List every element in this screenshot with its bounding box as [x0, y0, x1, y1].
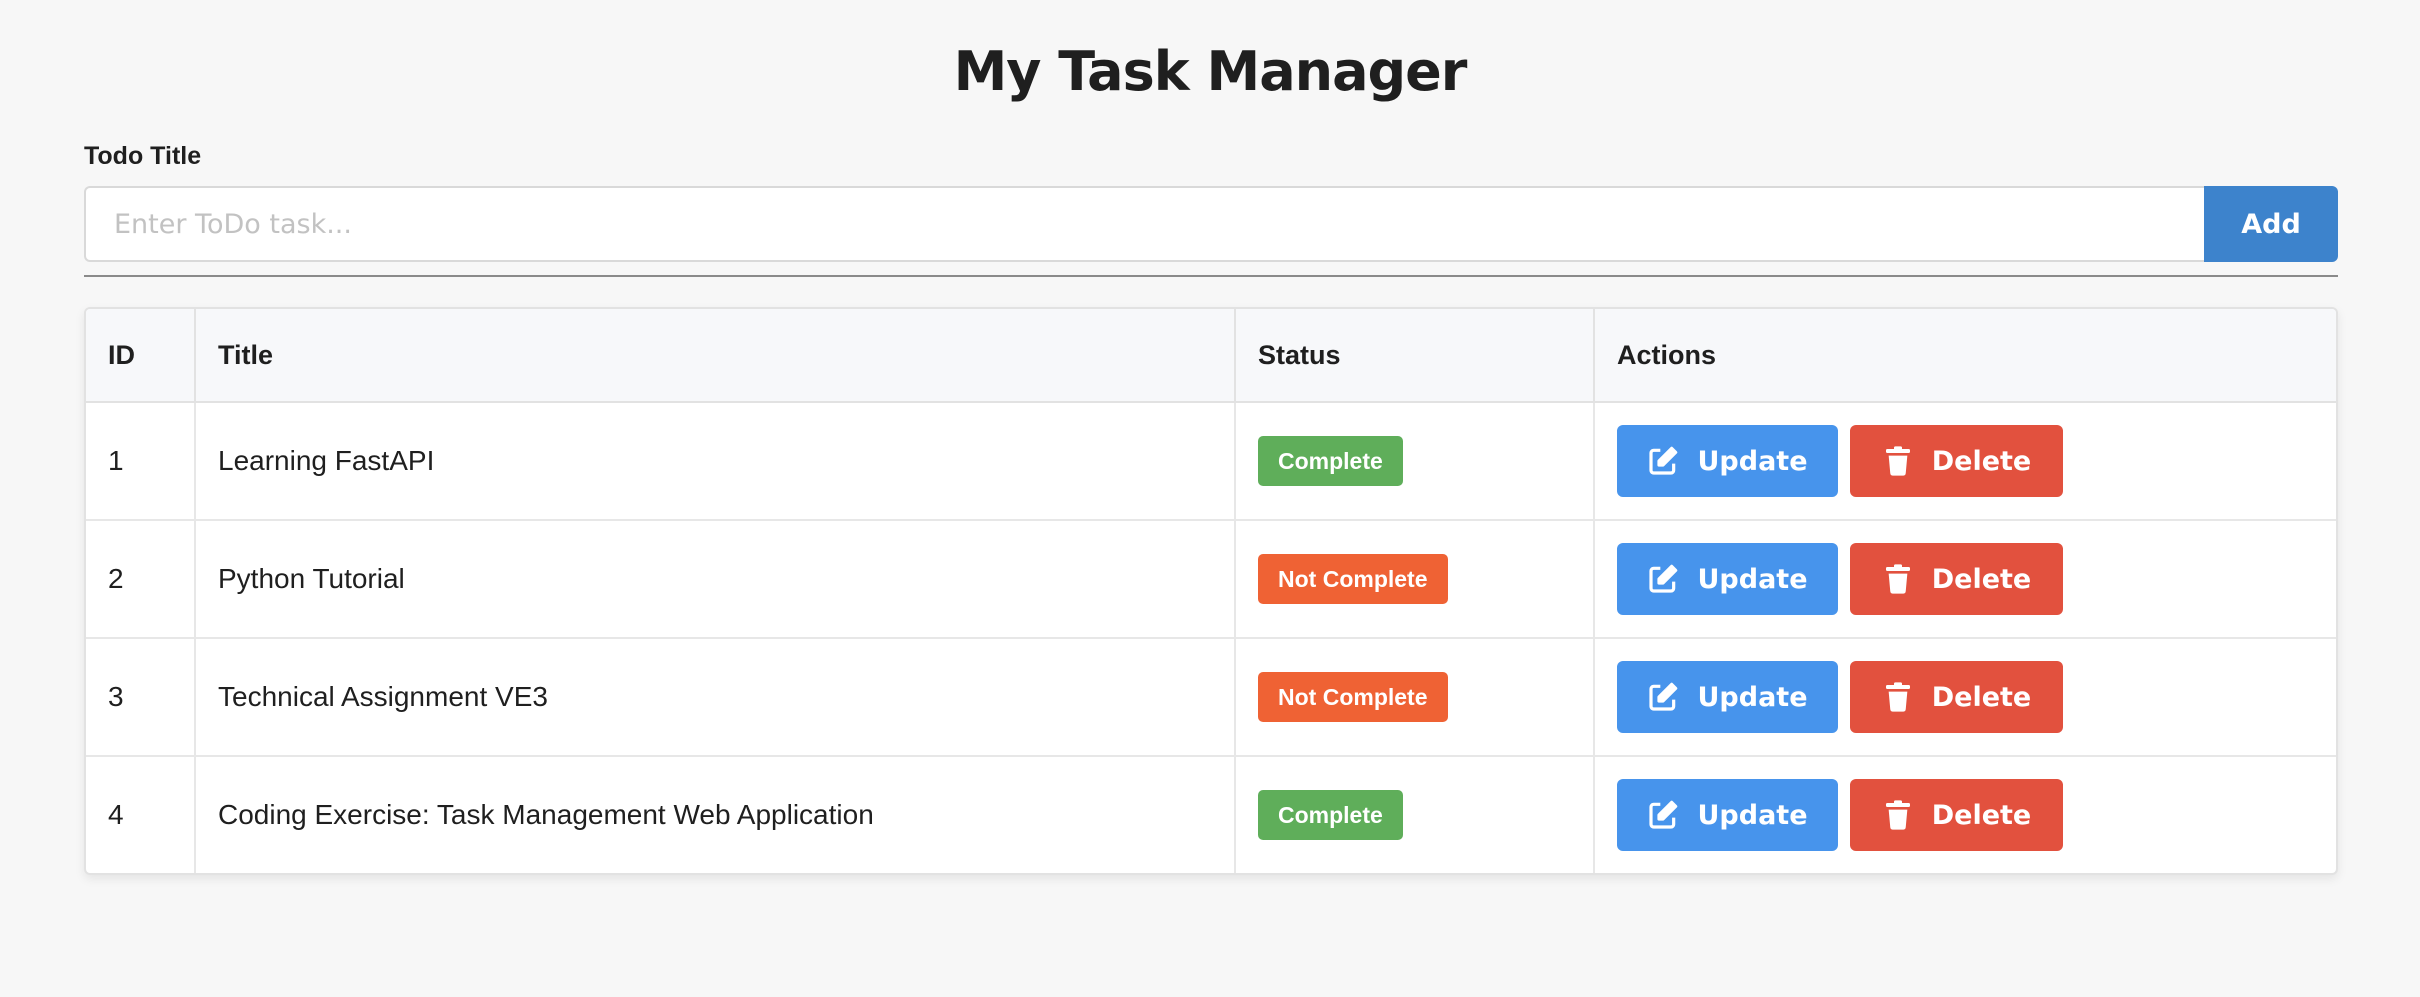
edit-icon	[1647, 799, 1679, 831]
status-badge: Not Complete	[1258, 554, 1448, 604]
task-id: 2	[86, 520, 196, 639]
edit-icon	[1647, 445, 1679, 477]
task-actions-cell: Update Delete	[1594, 520, 2336, 639]
table-row: 4 Coding Exercise: Task Management Web A…	[86, 756, 2336, 873]
page-title: My Task Manager	[953, 40, 1468, 103]
edit-icon	[1647, 681, 1679, 713]
delete-button[interactable]: Delete	[1850, 543, 2063, 615]
delete-button[interactable]: Delete	[1850, 661, 2063, 733]
trash-icon	[1882, 799, 1914, 831]
task-actions-cell: Update Delete	[1594, 756, 2336, 873]
column-header-status: Status	[1235, 309, 1595, 403]
trash-icon	[1882, 563, 1914, 595]
task-title: Coding Exercise: Task Management Web App…	[195, 756, 1236, 873]
task-table: ID Title Status Actions 1 Learning FastA…	[86, 309, 2336, 873]
task-title: Technical Assignment VE3	[195, 638, 1236, 757]
task-status-cell: Complete	[1235, 756, 1595, 873]
task-id: 1	[86, 402, 196, 521]
delete-label: Delete	[1931, 799, 2032, 831]
todo-form: Todo Title Add	[84, 138, 2338, 262]
task-status-cell: Complete	[1235, 402, 1595, 521]
update-label: Update	[1697, 563, 1808, 595]
task-id: 3	[86, 638, 196, 757]
todo-title-label: Todo Title	[84, 142, 202, 170]
table-row: 3 Technical Assignment VE3 Not Complete …	[86, 638, 2336, 757]
divider	[84, 275, 2338, 277]
table-header-row: ID Title Status Actions	[86, 309, 2336, 403]
update-label: Update	[1697, 799, 1808, 831]
task-title: Learning FastAPI	[195, 402, 1236, 521]
todo-title-input[interactable]	[84, 186, 2204, 262]
update-button[interactable]: Update	[1617, 779, 1838, 851]
task-id: 4	[86, 756, 196, 873]
task-title: Python Tutorial	[195, 520, 1236, 639]
todo-input-row: Add	[84, 186, 2338, 262]
column-header-actions: Actions	[1594, 309, 2336, 403]
status-badge: Complete	[1258, 436, 1403, 486]
update-button[interactable]: Update	[1617, 661, 1838, 733]
task-rows: 1 Learning FastAPI Complete Update Delet…	[86, 402, 2336, 873]
update-button[interactable]: Update	[1617, 543, 1838, 615]
update-button[interactable]: Update	[1617, 425, 1838, 497]
task-status-cell: Not Complete	[1235, 638, 1595, 757]
add-button[interactable]: Add	[2204, 186, 2338, 262]
task-manager-page: My Task Manager Todo Title Add ID Title …	[0, 0, 2420, 997]
table-row: 2 Python Tutorial Not Complete Update De…	[86, 520, 2336, 639]
delete-button[interactable]: Delete	[1850, 779, 2063, 851]
task-table-container: ID Title Status Actions 1 Learning FastA…	[84, 307, 2338, 875]
task-actions-cell: Update Delete	[1594, 638, 2336, 757]
delete-label: Delete	[1931, 563, 2032, 595]
trash-icon	[1882, 445, 1914, 477]
column-header-id: ID	[86, 309, 196, 403]
task-actions-cell: Update Delete	[1594, 402, 2336, 521]
delete-button[interactable]: Delete	[1850, 425, 2063, 497]
column-header-title: Title	[195, 309, 1236, 403]
delete-label: Delete	[1931, 445, 2032, 477]
edit-icon	[1647, 563, 1679, 595]
update-label: Update	[1697, 445, 1808, 477]
update-label: Update	[1697, 681, 1808, 713]
task-status-cell: Not Complete	[1235, 520, 1595, 639]
trash-icon	[1882, 681, 1914, 713]
status-badge: Complete	[1258, 790, 1403, 840]
delete-label: Delete	[1931, 681, 2032, 713]
table-row: 1 Learning FastAPI Complete Update Delet…	[86, 402, 2336, 521]
status-badge: Not Complete	[1258, 672, 1448, 722]
